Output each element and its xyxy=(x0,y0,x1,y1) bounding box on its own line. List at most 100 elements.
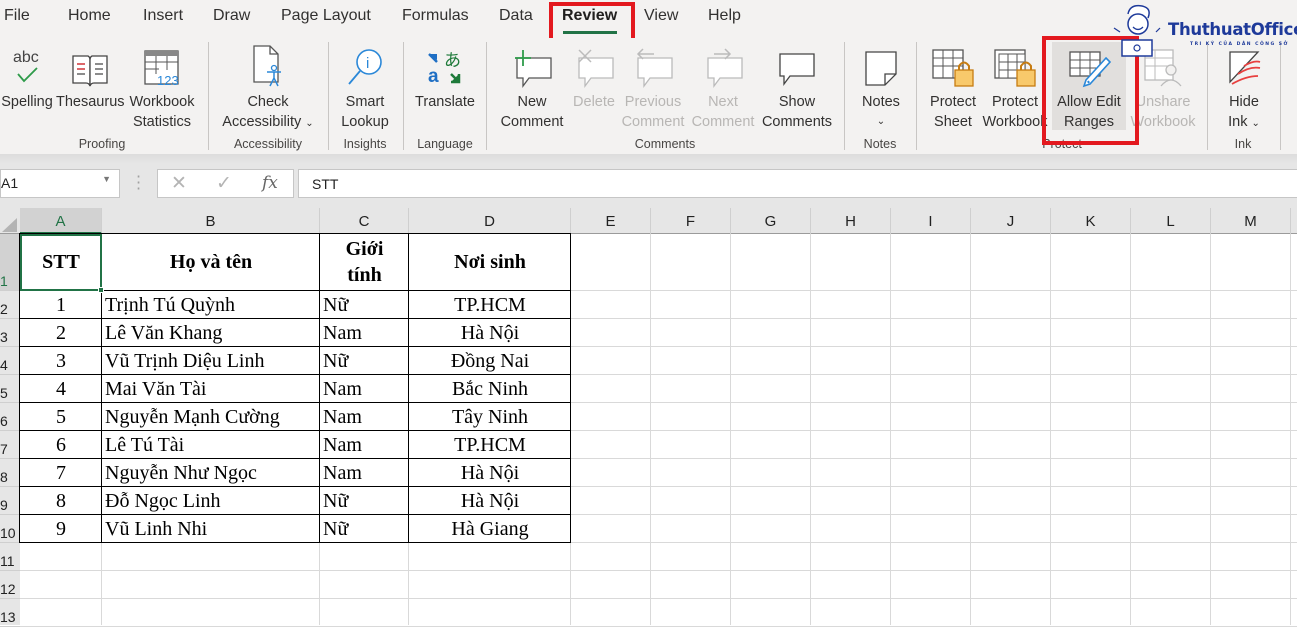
gender-cell[interactable]: Nữ xyxy=(320,347,409,375)
stt-cell[interactable]: 5 xyxy=(20,403,102,431)
row-header-7[interactable]: 7 xyxy=(0,431,20,459)
insert-function-icon[interactable]: fx xyxy=(262,173,278,193)
select-all-button[interactable] xyxy=(0,208,20,234)
check-accessibility-button[interactable]: Check Accessibility ⌄ xyxy=(218,42,318,134)
name-cell[interactable]: Đỗ Ngọc Linh xyxy=(102,487,320,515)
header-cell-birthplace[interactable]: Nơi sinh xyxy=(409,234,571,291)
stt-cell[interactable]: 7 xyxy=(20,459,102,487)
name-cell[interactable]: Vũ Trịnh Diệu Linh xyxy=(102,347,320,375)
header-cell-name[interactable]: Họ và tên xyxy=(102,234,320,291)
row-header-10[interactable]: 10 xyxy=(0,515,20,543)
tab-insert[interactable]: Insert xyxy=(143,7,183,25)
name-cell[interactable]: Mai Văn Tài xyxy=(102,375,320,403)
formula-input[interactable]: STT xyxy=(298,169,1297,198)
row-header-6[interactable]: 6 xyxy=(0,403,20,431)
spelling-button[interactable]: abc Spelling xyxy=(0,42,54,112)
column-header-l[interactable]: L xyxy=(1131,208,1211,234)
name-cell[interactable]: Lê Tú Tài xyxy=(102,431,320,459)
protect-sheet-button[interactable]: Protect Sheet xyxy=(924,42,982,132)
tab-view[interactable]: View xyxy=(644,7,678,25)
row-header-13[interactable]: 13 xyxy=(0,599,20,627)
column-header-h[interactable]: H xyxy=(811,208,891,234)
column-header-i[interactable]: I xyxy=(891,208,971,234)
next-comment-button[interactable]: Next Comment xyxy=(688,42,758,132)
translate-button[interactable]: aあ Translate xyxy=(410,42,480,112)
thesaurus-button[interactable]: Thesaurus xyxy=(56,42,125,112)
row-header-3[interactable]: 3 xyxy=(0,319,20,347)
row-header-5[interactable]: 5 xyxy=(0,375,20,403)
column-header-f[interactable]: F xyxy=(651,208,731,234)
tab-help[interactable]: Help xyxy=(708,7,741,25)
row-header-8[interactable]: 8 xyxy=(0,459,20,487)
enter-check-icon[interactable]: ✓ xyxy=(216,172,232,194)
birthplace-cell[interactable]: Hà Nội xyxy=(409,319,571,347)
row-header-4[interactable]: 4 xyxy=(0,347,20,375)
row-header-12[interactable]: 12 xyxy=(0,571,20,599)
birthplace-cell[interactable]: TP.HCM xyxy=(409,291,571,319)
birthplace-cell[interactable]: Hà Nội xyxy=(409,459,571,487)
stt-cell[interactable]: 8 xyxy=(20,487,102,515)
column-header-e[interactable]: E xyxy=(571,208,651,234)
column-header-k[interactable]: K xyxy=(1051,208,1131,234)
fill-handle[interactable] xyxy=(98,287,104,293)
header-cell-gender[interactable]: Giới tính xyxy=(320,234,409,291)
tab-draw[interactable]: Draw xyxy=(213,7,250,25)
tab-formulas[interactable]: Formulas xyxy=(402,7,469,25)
gender-cell[interactable]: Nữ xyxy=(320,291,409,319)
stt-cell[interactable]: 3 xyxy=(20,347,102,375)
show-comments-button[interactable]: Show Comments xyxy=(760,42,834,132)
resize-handle-icon[interactable]: · · · xyxy=(136,169,141,197)
stt-cell[interactable]: 1 xyxy=(20,291,102,319)
gender-cell[interactable]: Nam xyxy=(320,319,409,347)
column-header-c[interactable]: C xyxy=(320,208,409,234)
tab-page-layout[interactable]: Page Layout xyxy=(281,7,371,25)
name-cell[interactable]: Nguyễn Mạnh Cường xyxy=(102,403,320,431)
row-header-11[interactable]: 11 xyxy=(0,543,20,571)
birthplace-cell[interactable]: Đồng Nai xyxy=(409,347,571,375)
stt-cell[interactable]: 2 xyxy=(20,319,102,347)
new-comment-button[interactable]: New Comment xyxy=(496,42,568,132)
birthplace-cell[interactable]: TP.HCM xyxy=(409,431,571,459)
stt-cell[interactable]: 4 xyxy=(20,375,102,403)
workbook-statistics-button[interactable]: 123 Workbook Statistics xyxy=(126,42,198,132)
gender-cell[interactable]: Nam xyxy=(320,459,409,487)
name-box[interactable]: A1 ▼ xyxy=(0,169,120,198)
svg-text:a: a xyxy=(428,66,439,87)
row-header-1[interactable]: 1 xyxy=(0,234,20,291)
gender-cell[interactable]: Nam xyxy=(320,431,409,459)
gender-cell[interactable]: Nam xyxy=(320,375,409,403)
tab-data[interactable]: Data xyxy=(499,7,533,25)
tab-review[interactable]: Review xyxy=(562,7,617,25)
workbook-statistics-icon: 123 xyxy=(126,42,198,88)
birthplace-cell[interactable]: Bắc Ninh xyxy=(409,375,571,403)
stt-cell[interactable]: 6 xyxy=(20,431,102,459)
column-header-d[interactable]: D xyxy=(409,208,571,234)
name-box-dropdown-icon[interactable]: ▼ xyxy=(102,174,111,184)
row-header-9[interactable]: 9 xyxy=(0,487,20,515)
column-header-g[interactable]: G xyxy=(731,208,811,234)
tab-file[interactable]: File xyxy=(4,7,30,25)
row-header-2[interactable]: 2 xyxy=(0,291,20,319)
notes-button[interactable]: Notes ⌄ xyxy=(854,42,908,132)
name-cell[interactable]: Nguyễn Như Ngọc xyxy=(102,459,320,487)
birthplace-cell[interactable]: Tây Ninh xyxy=(409,403,571,431)
name-cell[interactable]: Vũ Linh Nhi xyxy=(102,515,320,543)
name-cell[interactable]: Trịnh Tú Quỳnh xyxy=(102,291,320,319)
column-header-j[interactable]: J xyxy=(971,208,1051,234)
gender-cell[interactable]: Nam xyxy=(320,403,409,431)
tab-home[interactable]: Home xyxy=(68,7,111,25)
previous-comment-button[interactable]: Previous Comment xyxy=(620,42,686,132)
cancel-icon[interactable]: ✕ xyxy=(171,172,187,194)
gender-cell[interactable]: Nữ xyxy=(320,487,409,515)
protect-workbook-button[interactable]: Protect Workbook xyxy=(982,42,1048,132)
column-header-m[interactable]: M xyxy=(1211,208,1291,234)
column-header-b[interactable]: B xyxy=(102,208,320,234)
gender-cell[interactable]: Nữ xyxy=(320,515,409,543)
birthplace-cell[interactable]: Hà Nội xyxy=(409,487,571,515)
birthplace-cell[interactable]: Hà Giang xyxy=(409,515,571,543)
smart-lookup-button[interactable]: i Smart Lookup xyxy=(334,42,396,132)
name-cell[interactable]: Lê Văn Khang xyxy=(102,319,320,347)
stt-cell[interactable]: 9 xyxy=(20,515,102,543)
column-header-a[interactable]: A xyxy=(20,208,102,234)
delete-comment-button[interactable]: Delete xyxy=(570,42,618,112)
